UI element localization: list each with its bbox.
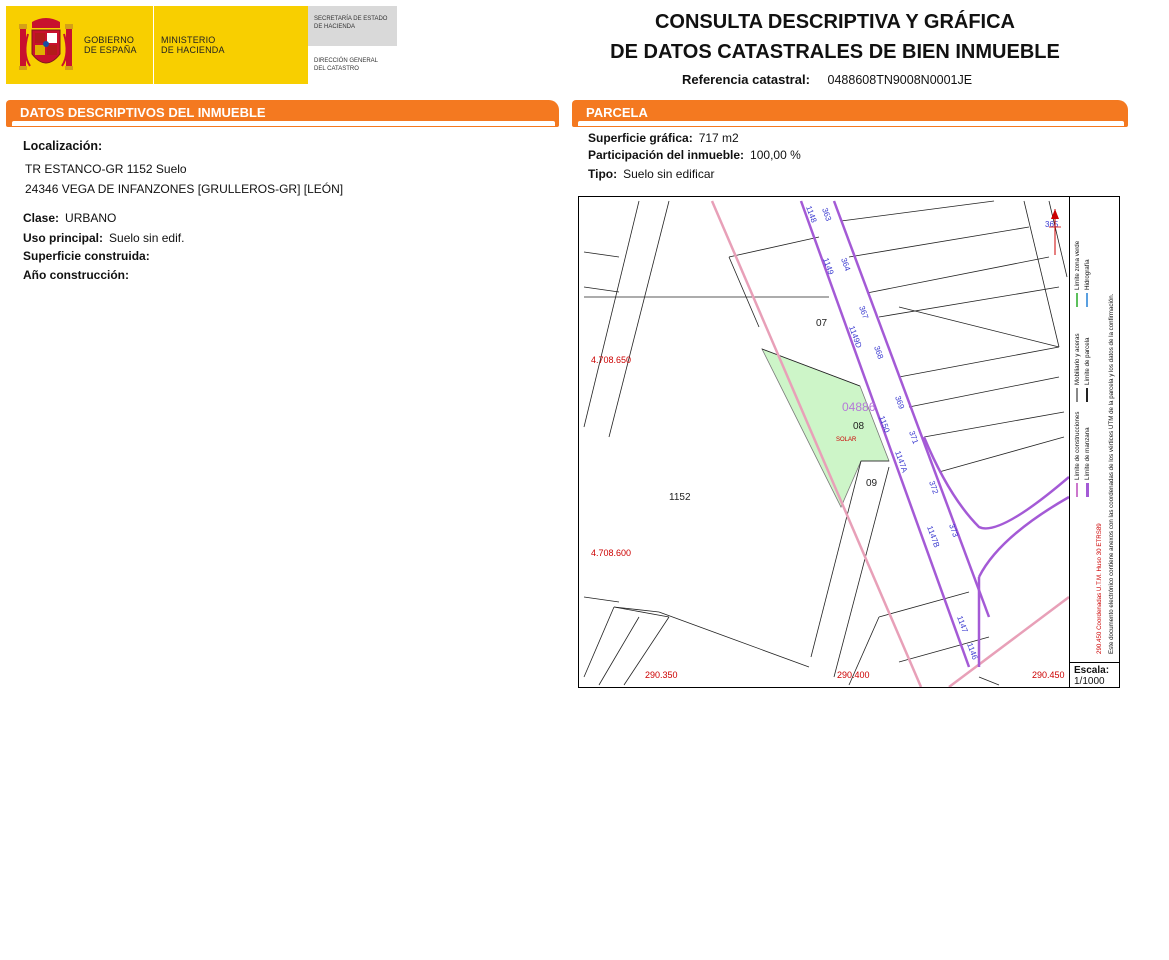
coord-x-290350: 290.350 bbox=[645, 670, 678, 680]
participacion-field: Participación del inmueble: 100,00 % bbox=[588, 148, 801, 162]
secretaria-text: SECRETARÍA DE ESTADO DE HACIENDA bbox=[314, 16, 388, 30]
scale-value: 1/1000 bbox=[1074, 676, 1105, 687]
superficie-grafica-value: 717 m2 bbox=[698, 131, 739, 145]
legend-coordinates: 290.450 Coordenadas U.T.M. Huso 30 ETRS8… bbox=[1096, 523, 1103, 654]
superficie-construida-label: Superficie construida: bbox=[23, 249, 150, 263]
reference-label: Referencia catastral: bbox=[682, 72, 810, 87]
secretaria-box: SECRETARÍA DE ESTADO DE HACIENDA bbox=[308, 6, 397, 46]
road-number-368: 368 bbox=[872, 345, 885, 361]
legend-swatch-manzana bbox=[1085, 483, 1089, 497]
tipo-value: Suelo sin edificar bbox=[623, 167, 715, 181]
government-logo: GOBIERNO DE ESPAÑA MINISTERIO DE HACIENDA bbox=[6, 6, 308, 84]
parcel-07-label: 07 bbox=[816, 318, 828, 329]
uso-value: Suelo sin edif. bbox=[109, 231, 185, 245]
road-number-369: 369 bbox=[893, 395, 906, 411]
road-code-1150: 1150 bbox=[877, 415, 892, 435]
block-number-label: 04886 bbox=[842, 400, 876, 414]
road-number-364: 364 bbox=[839, 257, 852, 273]
gobierno-text: GOBIERNO DE ESPAÑA bbox=[84, 35, 137, 55]
tipo-label: Tipo: bbox=[588, 167, 618, 181]
map-legend: Este documento electrónico contiene anex… bbox=[1069, 197, 1119, 662]
coord-y-4708600: 4.708.600 bbox=[591, 548, 631, 558]
logo-divider bbox=[153, 6, 154, 84]
descriptive-section-title: DATOS DESCRIPTIVOS DEL INMUEBLE bbox=[20, 105, 266, 120]
legend-swatch-hidrografia bbox=[1086, 293, 1089, 307]
superficie-grafica-field: Superficie gráfica: 717 m2 bbox=[588, 131, 739, 145]
parcela-section-header: PARCELA bbox=[572, 100, 1128, 127]
localizacion-label: Localización: bbox=[23, 139, 103, 153]
participacion-value: 100,00 % bbox=[750, 148, 801, 162]
road-number-367: 367 bbox=[857, 305, 870, 321]
parcel-09-label: 09 bbox=[866, 478, 878, 489]
coord-x-290450: 290.450 bbox=[1032, 670, 1065, 680]
clase-label: Clase: bbox=[23, 211, 60, 225]
legend-swatch-construcciones bbox=[1076, 483, 1079, 497]
legend-swatch-parcela bbox=[1086, 388, 1089, 402]
coord-x-290400: 290.400 bbox=[837, 670, 870, 680]
parcela-section-title: PARCELA bbox=[586, 105, 648, 120]
address-line-1: TR ESTANCO-GR 1152 Suelo bbox=[25, 162, 187, 176]
clase-value: URBANO bbox=[65, 211, 117, 225]
parcel-1152-label: 1152 bbox=[669, 492, 691, 503]
anio-construccion-field: Año construcción: bbox=[23, 268, 129, 282]
legend-zona-verde: Límite zona verde bbox=[1074, 241, 1081, 307]
title-line-1: CONSULTA DESCRIPTIVA Y GRÁFICA bbox=[654, 11, 1016, 33]
map-drawing: 4.708.650 4.708.600 290.350 290.400 290.… bbox=[583, 200, 1069, 687]
legend-swatch-zona-verde bbox=[1076, 293, 1079, 307]
superficie-construida-field: Superficie construida: bbox=[23, 249, 150, 263]
legend-mobiliario: Mobiliario y aceras bbox=[1074, 333, 1081, 402]
superficie-grafica-label: Superficie gráfica: bbox=[588, 131, 693, 145]
title-line-2: DE DATOS CATASTRALES DE BIEN INMUEBLE bbox=[610, 41, 1060, 63]
north-arrow-icon bbox=[1049, 209, 1061, 255]
scale-box: Escala: 1/1000 bbox=[1069, 662, 1119, 687]
coord-y-4708650: 4.708.650 bbox=[591, 355, 631, 365]
road-code-1147b: 1147B bbox=[925, 525, 941, 549]
clase-field: Clase: URBANO bbox=[23, 211, 116, 225]
reference-line: Referencia catastral: 0488608TN9008N0001… bbox=[682, 72, 972, 87]
participacion-label: Participación del inmueble: bbox=[588, 148, 745, 162]
cadastral-map: 4.708.650 4.708.600 290.350 290.400 290.… bbox=[578, 196, 1120, 688]
uso-label: Uso principal: bbox=[23, 231, 104, 245]
uso-field: Uso principal: Suelo sin edif. bbox=[23, 231, 184, 245]
road-number-363: 363 bbox=[820, 207, 833, 223]
scale-label: Escala: bbox=[1074, 665, 1110, 676]
tipo-field: Tipo: Suelo sin edificar bbox=[588, 167, 715, 181]
legend-limite-construcciones: Límite de construcciones bbox=[1074, 412, 1081, 497]
section-header-bar bbox=[12, 121, 555, 126]
ministerio-text: MINISTERIO DE HACIENDA bbox=[161, 35, 225, 55]
direccion-general-text: DIRECCIÓN GENERAL DEL CATASTRO bbox=[314, 58, 379, 72]
legend-swatch-mobiliario bbox=[1076, 388, 1079, 402]
anio-construccion-label: Año construcción: bbox=[23, 268, 130, 282]
road-code-1146: 1146 bbox=[965, 642, 980, 662]
legend-limite-manzana: Límite de manzana bbox=[1084, 427, 1091, 497]
address-line-2: 24346 VEGA DE INFANZONES [GRULLEROS-GR] … bbox=[25, 182, 344, 196]
coat-of-arms-icon bbox=[19, 18, 73, 70]
descriptive-section-header: DATOS DESCRIPTIVOS DEL INMUEBLE bbox=[6, 100, 559, 127]
page-title: CONSULTA DESCRIPTIVA Y GRÁFICA DE DATOS … bbox=[560, 7, 1110, 67]
road-number-371: 371 bbox=[907, 430, 920, 446]
legend-note: Este documento electrónico contiene anex… bbox=[1108, 293, 1115, 654]
solar-label: SOLAR bbox=[836, 437, 857, 443]
parcel-08-label: 08 bbox=[853, 421, 865, 432]
legend-limite-parcela: Límite de parcela bbox=[1084, 338, 1091, 402]
reference-value: 0488608TN9008N0001JE bbox=[827, 73, 973, 87]
legend-hidrografia: Hidrografía bbox=[1084, 259, 1091, 307]
section-header-bar bbox=[578, 121, 1124, 126]
